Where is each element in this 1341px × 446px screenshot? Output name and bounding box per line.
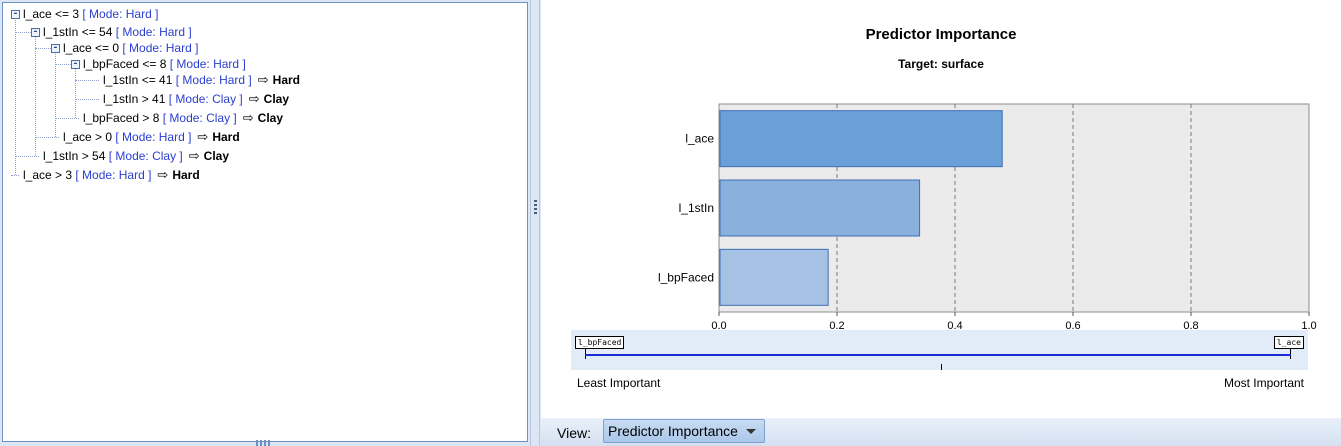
collapse-icon[interactable]: -: [51, 44, 60, 53]
view-toolbar: View: Predictor Importance: [541, 418, 1341, 446]
tree-node-mode: [ Mode: Hard ]: [119, 41, 199, 55]
pane-splitter[interactable]: [530, 0, 540, 446]
tree-node-prediction: Hard: [172, 168, 200, 182]
tree-node[interactable]: l_ace > 0 [ Mode: Hard ] ⇨ Hard: [63, 129, 240, 145]
tree-node-label: l_ace > 3: [23, 168, 73, 182]
predictor-importance-panel: Predictor Importance Target: surface 0.0…: [541, 0, 1341, 418]
tree-node[interactable]: l_1stIn <= 41 [ Mode: Hard ] ⇨ Hard: [103, 72, 300, 88]
tree-node[interactable]: l_ace <= 3 [ Mode: Hard ]: [23, 6, 158, 22]
tree-node[interactable]: l_ace <= 0 [ Mode: Hard ]: [63, 40, 198, 56]
arrow-right-icon: ⇨: [197, 130, 209, 145]
slider-handle-right[interactable]: l_ace: [1273, 336, 1304, 349]
tree-node[interactable]: l_ace > 3 [ Mode: Hard ] ⇨ Hard: [23, 167, 200, 183]
chevron-down-icon: [746, 429, 756, 434]
tree-node-label: l_bpFaced <= 8: [83, 57, 167, 71]
x-tick-label: 0.2: [829, 320, 844, 330]
collapse-icon[interactable]: -: [71, 60, 80, 69]
arrow-right-icon: ⇨: [248, 92, 260, 107]
tree-node-label: l_1stIn <= 54: [43, 25, 113, 39]
collapse-icon[interactable]: -: [11, 10, 20, 19]
arrow-right-icon: ⇨: [257, 73, 269, 88]
tree-connector-line: [15, 156, 39, 157]
category-label: l_ace: [685, 132, 714, 146]
tree-node-mode: [ Mode: Hard ]: [172, 73, 252, 87]
tree-node-label: l_1stIn > 54: [43, 149, 106, 163]
tree-connector-line: [75, 99, 99, 100]
tree-node-prediction: Clay: [203, 149, 230, 163]
tree-connector-line: [75, 68, 76, 118]
collapse-icon[interactable]: -: [31, 28, 40, 37]
slider-mid-tick: [941, 364, 942, 370]
tree-node-mode: [ Mode: Clay ]: [159, 111, 237, 125]
tree-node-label: l_ace <= 3: [23, 7, 80, 21]
tree-connector-line: [35, 36, 36, 156]
tree-node-mode: [ Mode: Hard ]: [112, 130, 192, 144]
tree-node[interactable]: l_1stIn > 54 [ Mode: Clay ] ⇨ Clay: [43, 148, 229, 164]
tree-node-label: l_ace <= 0: [63, 41, 120, 55]
tree-connector-line: [35, 137, 59, 138]
importance-bar: [719, 248, 829, 306]
slider-track[interactable]: [585, 354, 1291, 356]
tree-node-label: l_ace > 0: [63, 130, 113, 144]
tree-connector-line: [35, 48, 51, 49]
tree-connector-line: [15, 32, 31, 33]
tree-connector-line: [75, 80, 99, 81]
splitter-grip-icon[interactable]: [534, 200, 537, 214]
tree-node-mode: [ Mode: Hard ]: [72, 168, 152, 182]
slider-handle-left[interactable]: l_bpFaced: [575, 336, 625, 349]
tree-connector-line: [11, 175, 19, 176]
tree-node-prediction: Hard: [272, 73, 301, 87]
view-dropdown[interactable]: Predictor Importance: [603, 419, 765, 443]
x-tick-label: 1.0: [1301, 320, 1316, 330]
tree-node[interactable]: l_bpFaced > 8 [ Mode: Clay ] ⇨ Clay: [83, 110, 283, 126]
tree-node[interactable]: l_1stIn <= 54 [ Mode: Hard ]: [43, 24, 192, 40]
x-tick-label: 0.6: [1065, 320, 1080, 330]
category-label: l_1stIn: [679, 201, 714, 215]
tree-node-label: l_1stIn <= 41: [103, 73, 173, 87]
tree-node[interactable]: l_bpFaced <= 8 [ Mode: Hard ]: [83, 56, 246, 72]
tree-node[interactable]: l_1stIn > 41 [ Mode: Clay ] ⇨ Clay: [103, 91, 289, 107]
x-tick-label: 0.4: [947, 320, 962, 330]
category-label: l_bpFaced: [658, 270, 714, 284]
view-label: View:: [557, 425, 591, 441]
tree-connector-line: [55, 64, 71, 65]
arrow-right-icon: ⇨: [157, 168, 169, 183]
tree-connector-line: [55, 118, 79, 119]
least-important-label: Least Important: [577, 376, 661, 390]
importance-slider[interactable]: l_bpFaced l_ace: [571, 330, 1308, 370]
panel-resize-grip[interactable]: [256, 440, 270, 446]
tree-node-mode: [ Mode: Clay ]: [105, 149, 183, 163]
tree-node-mode: [ Mode: Clay ]: [165, 92, 243, 106]
tree-node-prediction: Hard: [212, 130, 240, 144]
tree-connector-line: [15, 18, 16, 175]
most-important-label: Most Important: [1223, 376, 1304, 390]
x-tick-label: 0.0: [711, 320, 726, 330]
tree-node-mode: [ Mode: Hard ]: [79, 7, 159, 21]
tree-node-label: l_1stIn > 41: [103, 92, 166, 106]
tree-node-mode: [ Mode: Hard ]: [166, 57, 246, 71]
tree-node-prediction: Clay: [263, 92, 290, 106]
x-tick-label: 0.8: [1183, 320, 1198, 330]
arrow-right-icon: ⇨: [242, 111, 254, 126]
tree-node-label: l_bpFaced > 8: [83, 111, 160, 125]
importance-bar: [719, 179, 921, 237]
tree-node-prediction: Clay: [257, 111, 284, 125]
importance-chart: 0.0 0.2 0.4 0.6 0.8 1.0 l_ace l_1stIn l_bpFaced: [658, 103, 1317, 330]
tree-node-mode: [ Mode: Hard ]: [112, 25, 192, 39]
importance-bar: [719, 110, 1003, 168]
decision-tree-panel: - l_ace <= 3 [ Mode: Hard ] - l_1stIn <= 54…: [2, 2, 528, 442]
view-dropdown-value: Predictor Importance: [608, 423, 738, 439]
arrow-right-icon: ⇨: [188, 149, 200, 164]
